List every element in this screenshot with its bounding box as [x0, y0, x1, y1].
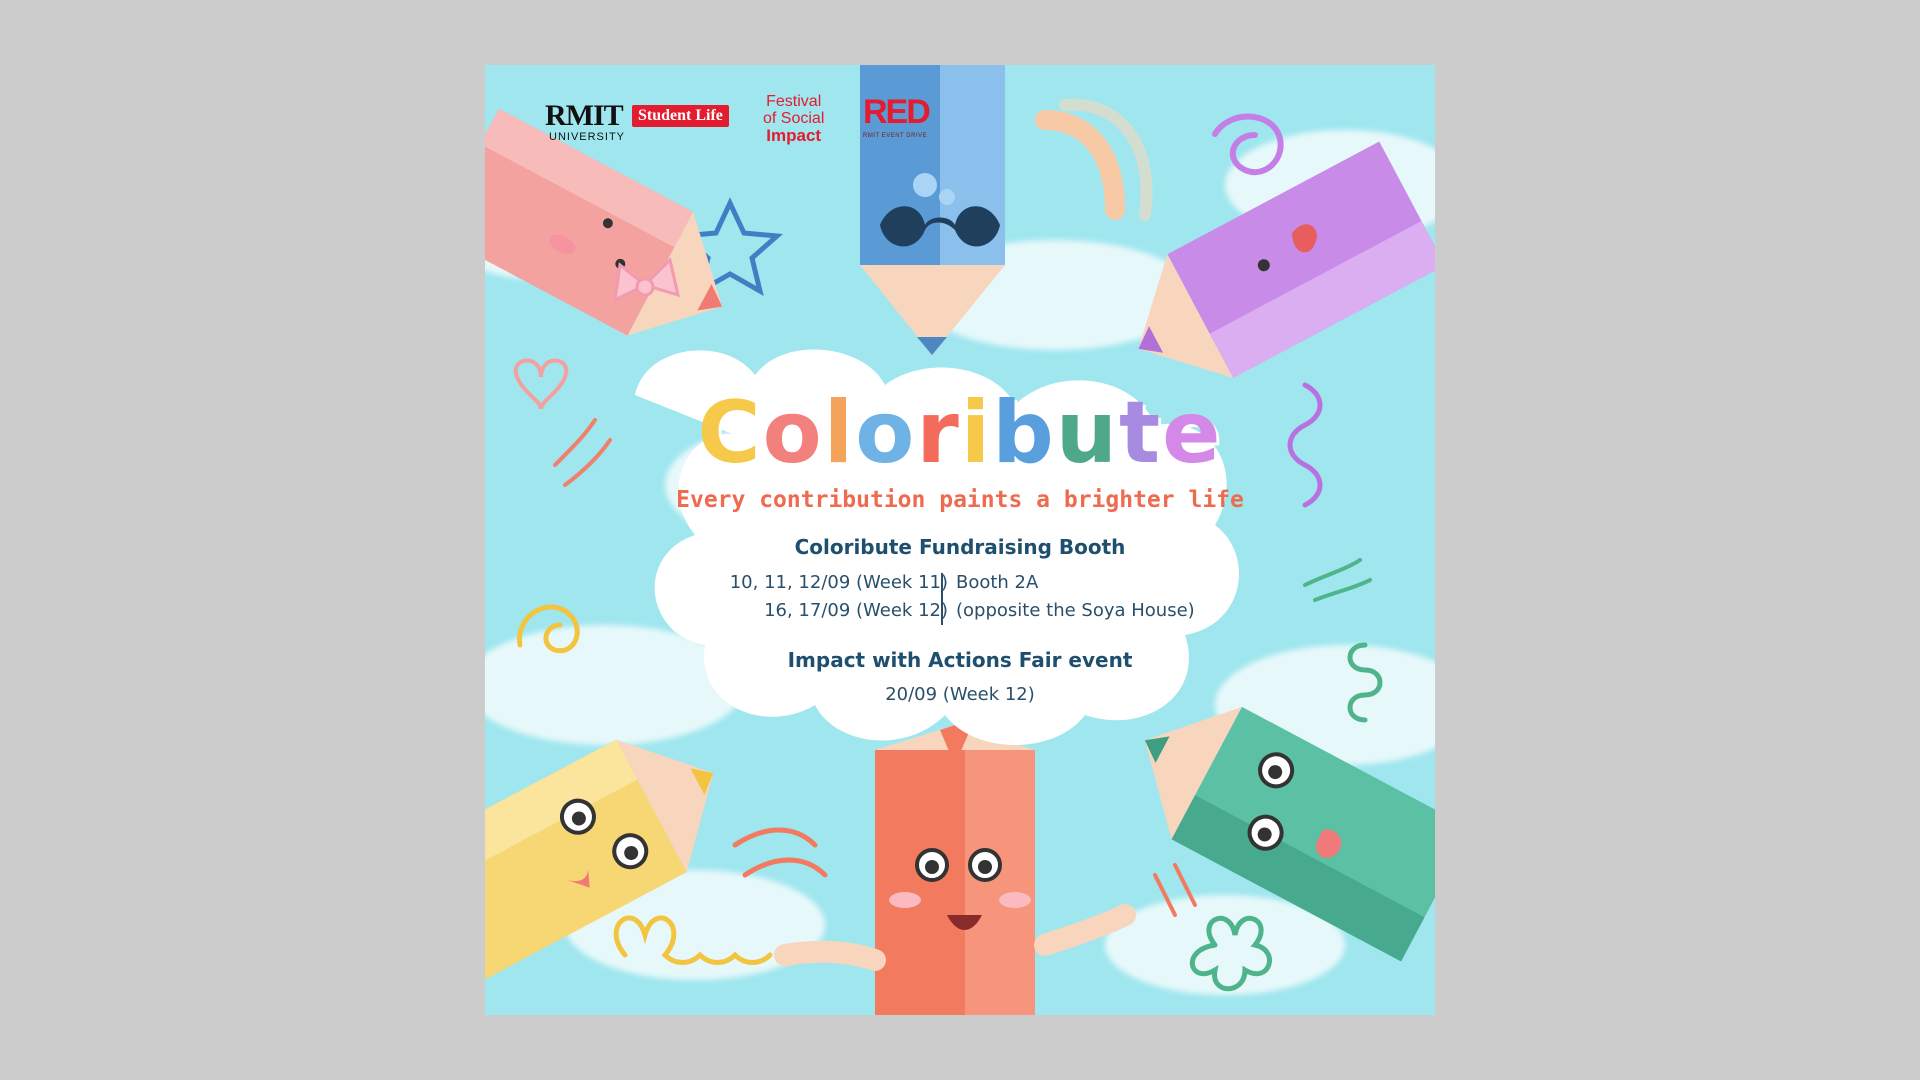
- headline-letter: r: [916, 383, 961, 483]
- booth-title: Coloribute Fundraising Booth: [794, 535, 1126, 559]
- booth-dates-line-2: 16, 17/09 (Week 12): [764, 600, 948, 621]
- headline-letter: b: [992, 383, 1056, 483]
- red-logo: RED: [863, 93, 931, 131]
- headline-letter: t: [1119, 383, 1163, 483]
- wave-doodle: [732, 827, 828, 878]
- headline-coloribute: Coloribute: [485, 383, 1435, 483]
- headline-letter: C: [697, 383, 763, 483]
- booth-dates-line-1: 10, 11, 12/09 (Week 11): [729, 572, 948, 593]
- pink-pencil: [485, 108, 723, 336]
- booth-location: Booth 2A (opposite the Soya House): [956, 569, 1195, 625]
- festival-of-social-impact-logo: Festival of Social Impact: [763, 93, 824, 144]
- fair-title: Impact with Actions Fair event: [787, 648, 1133, 672]
- line-doodle-right: [1303, 558, 1372, 602]
- arc-doodle: [1035, 110, 1125, 220]
- red-logo-subtitle: RMIT EVENT DRIVE: [863, 133, 928, 139]
- tagline: Every contribution paints a brighter lif…: [676, 487, 1244, 513]
- coral-pencil: [774, 725, 1136, 1015]
- headline-letter: e: [1162, 383, 1223, 483]
- headline-letter: o: [762, 383, 824, 483]
- headline-letter: i: [960, 383, 993, 483]
- rmit-logo-text: RMIT: [545, 99, 624, 132]
- student-life-badge: Student Life: [632, 105, 729, 127]
- fair-date: 20/09 (Week 12): [885, 684, 1035, 705]
- headline-letter: l: [823, 383, 856, 483]
- headline-letter: o: [855, 383, 917, 483]
- rmit-university-text: UNIVERSITY: [549, 131, 626, 143]
- headline-letter: u: [1055, 383, 1120, 483]
- booth-location-line-2: (opposite the Soya House): [956, 600, 1195, 621]
- fosi-line-2: of Social: [763, 110, 825, 127]
- fosi-line-1: Festival: [766, 93, 822, 110]
- poster: RMIT UNIVERSITY Student Life Festival of…: [485, 65, 1435, 1015]
- fosi-line-3: Impact: [766, 126, 822, 145]
- booth-location-line-1: Booth 2A: [956, 572, 1039, 593]
- booth-dates: 10, 11, 12/09 (Week 11) 16, 17/09 (Week …: [685, 569, 948, 625]
- booth-divider: [941, 573, 943, 625]
